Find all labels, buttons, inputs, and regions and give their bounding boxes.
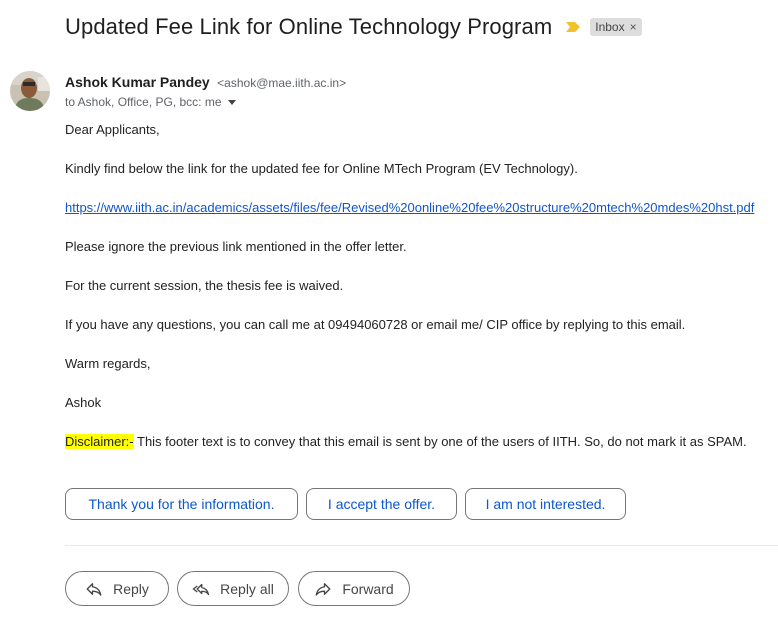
avatar[interactable]: [10, 71, 50, 111]
reply-label: Reply: [113, 580, 149, 597]
body-paragraph-1: Kindly find below the link for the updat…: [65, 161, 578, 176]
subject-row: Updated Fee Link for Online Technology P…: [65, 14, 642, 40]
body-paragraph-3: For the current session, the thesis fee …: [65, 278, 344, 293]
smart-reply-not-interested[interactable]: I am not interested.: [465, 488, 626, 520]
smart-reply-thank-you[interactable]: Thank you for the information.: [65, 488, 298, 520]
disclaimer: Disclaimer:- This footer text is to conv…: [65, 434, 747, 449]
chevron-down-icon[interactable]: [227, 99, 236, 105]
reply-button[interactable]: Reply: [65, 571, 169, 606]
recipients-text: to Ashok, Office, PG, bcc: me: [65, 95, 222, 109]
remove-label-icon[interactable]: ×: [630, 20, 637, 34]
reply-all-label: Reply all: [220, 580, 274, 597]
greeting: Dear Applicants,: [65, 122, 160, 137]
forward-button[interactable]: Forward: [298, 571, 410, 606]
recipients-row: to Ashok, Office, PG, bcc: me: [65, 95, 236, 109]
sign-off: Warm regards,: [65, 356, 151, 371]
sender-row: Ashok Kumar Pandey <ashok@mae.iith.ac.in…: [65, 74, 346, 92]
fee-link[interactable]: https://www.iith.ac.in/academics/assets/…: [65, 200, 754, 215]
divider: [65, 545, 778, 546]
reply-icon: [86, 582, 102, 596]
importance-marker-icon[interactable]: [566, 22, 581, 32]
disclaimer-label: Disclaimer:-: [65, 434, 134, 449]
sender-name[interactable]: Ashok Kumar Pandey: [65, 74, 210, 90]
disclaimer-text: This footer text is to convey that this …: [133, 434, 747, 449]
forward-label: Forward: [342, 580, 394, 597]
forward-icon: [315, 582, 331, 596]
sender-email: <ashok@mae.iith.ac.in>: [217, 76, 347, 90]
body-paragraph-2: Please ignore the previous link mentione…: [65, 239, 407, 254]
smart-reply-accept[interactable]: I accept the offer.: [306, 488, 457, 520]
reply-all-icon: [192, 583, 210, 595]
label-text: Inbox: [595, 20, 625, 34]
signature: Ashok: [65, 395, 102, 410]
inbox-label-chip: Inbox ×: [590, 18, 642, 36]
email-subject: Updated Fee Link for Online Technology P…: [65, 14, 553, 39]
body-paragraph-4: If you have any questions, you can call …: [65, 317, 686, 332]
reply-all-button[interactable]: Reply all: [177, 571, 289, 606]
